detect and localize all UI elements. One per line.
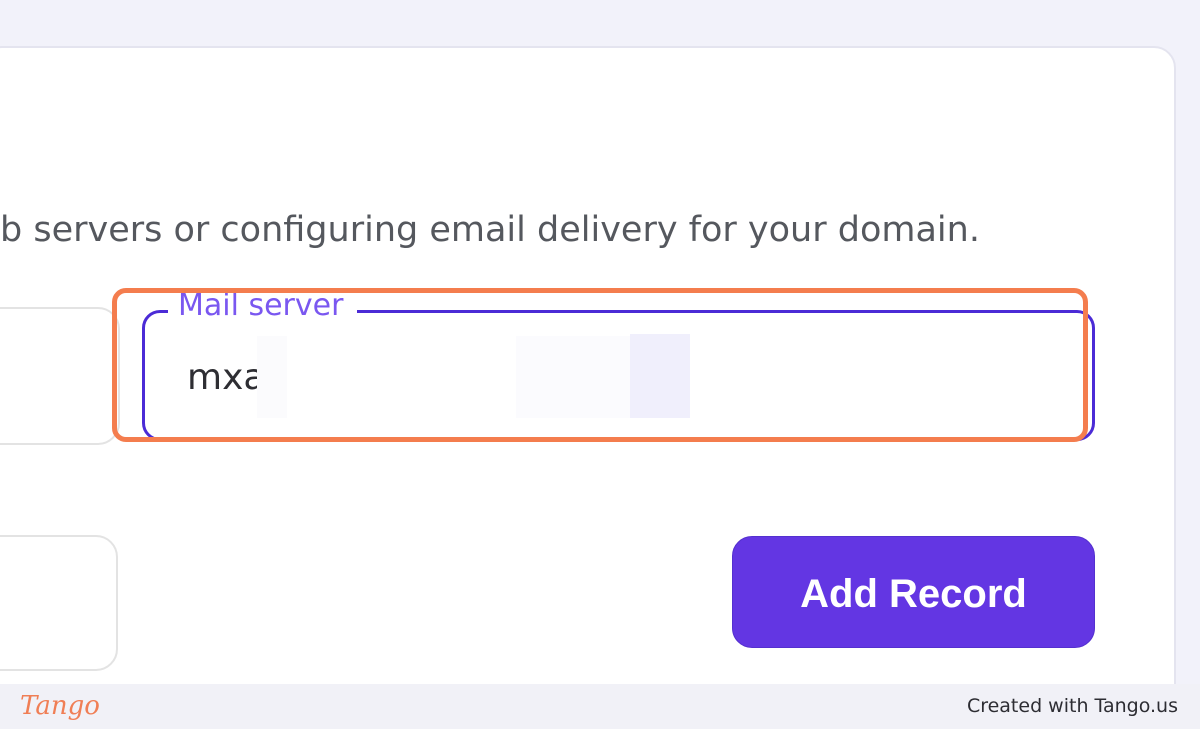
section-description: b servers or configuring email delivery …: [0, 205, 1040, 255]
redacted-region: [630, 334, 690, 418]
tango-footer: Tango Created with Tango.us: [0, 684, 1200, 729]
add-record-button[interactable]: Add Record: [732, 536, 1095, 648]
record-priority-field[interactable]: [0, 535, 118, 671]
tango-logo: Tango: [20, 691, 100, 721]
mail-server-value[interactable]: mxa: [187, 352, 259, 404]
mail-server-label: Mail server: [168, 286, 358, 326]
redacted-region: [516, 336, 630, 418]
record-name-field[interactable]: [0, 307, 120, 445]
tango-credit: Created with Tango.us: [966, 695, 1178, 717]
redacted-region: [257, 336, 287, 418]
description-text: b servers or configuring email delivery …: [0, 210, 980, 250]
